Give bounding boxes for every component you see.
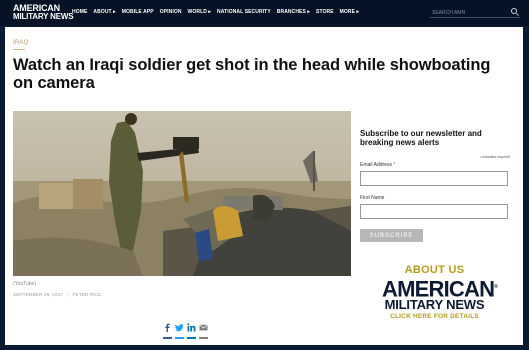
article-category[interactable]: IRAQ <box>13 40 28 46</box>
nav-home[interactable]: HOME <box>72 9 87 15</box>
logo-line-1: AMERICAN <box>13 3 60 13</box>
email-label-text: Email Address <box>360 162 392 168</box>
email-label: Email Address * <box>360 162 510 168</box>
search-box <box>430 7 520 18</box>
email-underline <box>199 337 208 339</box>
email-field[interactable] <box>360 171 508 186</box>
article-author[interactable]: PETER RICE <box>73 292 102 297</box>
article-date: SEPTEMBER 28, 2017 <box>13 292 64 297</box>
logo-line-2: MILITARY NEWS <box>13 12 74 21</box>
first-name-field[interactable] <box>360 204 508 219</box>
ad-about-us: ABOUT US <box>404 264 465 276</box>
required-star: * <box>393 162 396 168</box>
nav-more[interactable]: MORE ▸ <box>340 9 360 15</box>
video-caption: (YouTube) <box>13 281 36 287</box>
nav-world[interactable]: WORLD ▸ <box>188 9 211 15</box>
search-input[interactable] <box>432 8 502 17</box>
required-note: • indicates required <box>480 155 510 159</box>
subscribe-button[interactable]: SUBSCRIBE <box>360 229 423 242</box>
nav-store[interactable]: STORE <box>316 9 334 15</box>
ad-brand-line-2: MILITARY NEWS <box>384 297 485 313</box>
video-still-image <box>13 111 351 276</box>
newsletter-signup: Subscribe to our newsletter and breaking… <box>360 129 510 242</box>
nav-opinion[interactable]: OPINION <box>160 9 182 15</box>
meta-separator: | <box>67 292 69 297</box>
top-navigation-bar: AMERICAN MILITARY NEWS HOME ABOUT ▸ MOBI… <box>0 0 529 26</box>
article-video[interactable] <box>13 111 351 276</box>
site-logo[interactable]: AMERICAN MILITARY NEWS <box>13 3 74 21</box>
nav-about[interactable]: ABOUT ▸ <box>93 9 115 15</box>
facebook-icon[interactable] <box>163 323 172 332</box>
first-name-label: First Name <box>360 195 385 201</box>
newsletter-title: Subscribe to our newsletter and breaking… <box>360 129 482 147</box>
about-us-ad[interactable]: ABOUT US AMERICAN® MILITARY NEWS CLICK H… <box>382 264 498 321</box>
nav-national-security[interactable]: NATIONAL SECURITY <box>217 9 271 15</box>
registered-mark: ® <box>494 284 498 290</box>
linkedin-underline <box>187 337 196 339</box>
twitter-underline <box>175 337 184 339</box>
ad-cta: CLICK HERE FOR DETAILS <box>390 313 479 321</box>
nav-branches[interactable]: BRANCHES ▸ <box>277 9 310 15</box>
search-icon[interactable] <box>511 8 517 14</box>
ad-brand-line-1: AMERICAN® <box>382 278 498 300</box>
category-underline <box>13 49 25 50</box>
article-page: IRAQ Watch an Iraqi soldier get shot in … <box>5 27 523 345</box>
share-underlines <box>163 337 208 339</box>
article-title: Watch an Iraqi soldier get shot in the h… <box>13 56 491 92</box>
linkedin-icon[interactable] <box>187 323 196 332</box>
facebook-underline <box>163 337 172 339</box>
twitter-icon[interactable] <box>175 323 184 332</box>
main-nav: HOME ABOUT ▸ MOBILE APP OPINION WORLD ▸ … <box>72 9 359 15</box>
share-bar <box>163 323 208 332</box>
email-icon[interactable] <box>199 323 208 332</box>
nav-mobile-app[interactable]: MOBILE APP <box>122 9 154 15</box>
article-meta: SEPTEMBER 28, 2017 | PETER RICE <box>13 292 102 297</box>
